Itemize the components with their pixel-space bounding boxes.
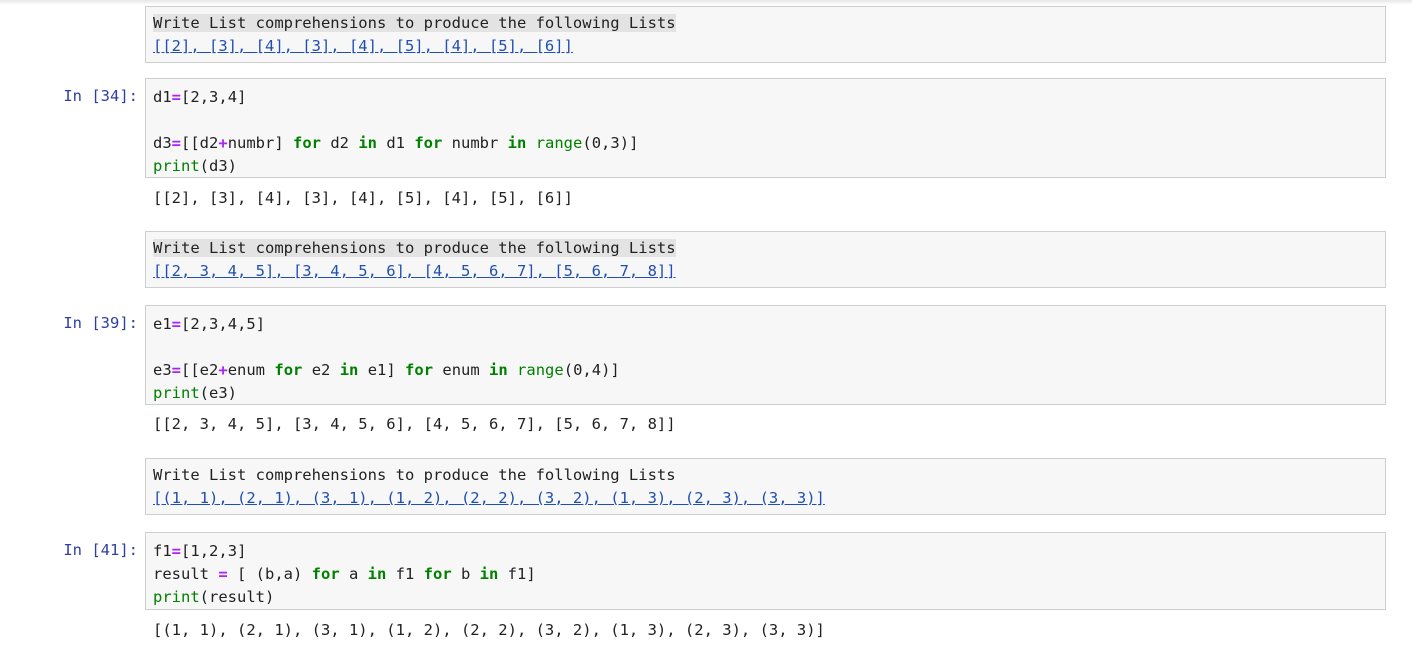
- code-line: d1=[2,3,4]: [153, 88, 247, 106]
- markdown-cell-2[interactable]: Write List comprehensions to produce the…: [145, 231, 1386, 288]
- cell-output: [[2], [3], [4], [3], [4], [5], [4], [5],…: [153, 189, 573, 207]
- code-cell-39[interactable]: e1=[2,3,4,5] e3=[[e2+enum for e2 in e1] f…: [145, 305, 1386, 405]
- code-line: print(d3): [153, 157, 237, 175]
- code-line: print(e3): [153, 384, 237, 402]
- cell-prompt: In [39]:: [63, 314, 138, 332]
- code-line: d3=[[d2+numbr] for d2 in d1 for numbr in…: [153, 134, 639, 152]
- markdown-heading: Write List comprehensions to produce the…: [153, 14, 676, 32]
- cell-output: [[2, 3, 4, 5], [3, 4, 5, 6], [4, 5, 6, 7…: [153, 415, 676, 433]
- cell-output: [(1, 1), (2, 1), (3, 1), (1, 2), (2, 2),…: [153, 621, 825, 639]
- cell-prompt: In [41]:: [63, 541, 138, 559]
- code-line: e1=[2,3,4,5]: [153, 315, 266, 333]
- cell-prompt: In [34]:: [63, 87, 138, 105]
- markdown-target: [(1, 1), (2, 1), (3, 1), (1, 2), (2, 2),…: [153, 489, 825, 507]
- markdown-heading: Write List comprehensions to produce the…: [153, 466, 676, 484]
- markdown-cell-1[interactable]: Write List comprehensions to produce the…: [145, 6, 1386, 63]
- markdown-heading: Write List comprehensions to produce the…: [153, 239, 676, 257]
- markdown-cell-3[interactable]: Write List comprehensions to produce the…: [145, 458, 1386, 515]
- code-line: e3=[[e2+enum for e2 in e1] for enum in r…: [153, 361, 620, 379]
- code-line: print(result): [153, 588, 275, 606]
- markdown-target: [[2, 3, 4, 5], [3, 4, 5, 6], [4, 5, 6, 7…: [153, 262, 676, 280]
- code-cell-41[interactable]: f1=[1,2,3] result = [ (b,a) for a in f1 f…: [145, 532, 1386, 610]
- code-cell-34[interactable]: d1=[2,3,4] d3=[[d2+numbr] for d2 in d1 fo…: [145, 78, 1386, 178]
- markdown-target: [[2], [3], [4], [3], [4], [5], [4], [5],…: [153, 37, 573, 55]
- code-line: result = [ (b,a) for a in f1 for b in f1…: [153, 565, 536, 583]
- notebook-top-shadow: [0, 0, 1412, 5]
- code-line: f1=[1,2,3]: [153, 542, 247, 560]
